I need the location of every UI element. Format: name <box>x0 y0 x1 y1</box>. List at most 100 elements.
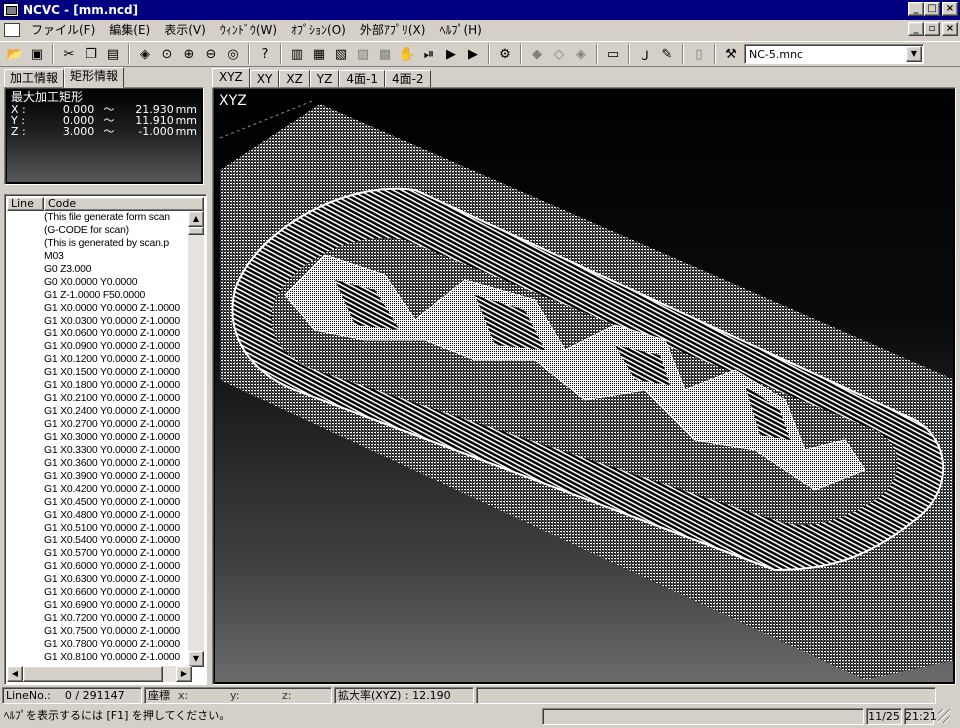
resize-grip[interactable] <box>938 709 950 723</box>
menu-edit[interactable]: 編集(E) <box>102 21 157 39</box>
layer-icon[interactable]: ◈ <box>134 43 156 65</box>
column-header-line[interactable]: Line <box>7 197 44 211</box>
paste-icon[interactable]: ▤ <box>102 43 124 65</box>
zoom-out-icon[interactable]: ⊖ <box>200 43 222 65</box>
play-step-icon[interactable]: ⏯ <box>418 43 440 65</box>
code-list-row[interactable]: G1 X0.0600 Y0.0000 Z-1.0000 <box>7 327 192 340</box>
code-list-row[interactable]: G1 X0.3600 Y0.0000 Z-1.0000 <box>7 457 192 470</box>
settings-icon[interactable]: ⚙ <box>494 43 516 65</box>
app-icon[interactable] <box>3 3 19 17</box>
horizontal-scrollbar[interactable]: ◀ ▶ <box>7 666 192 682</box>
code-list-row[interactable]: G1 X0.7200 Y0.0000 Z-1.0000 <box>7 612 192 625</box>
tab-view-yz[interactable]: YZ <box>309 70 340 88</box>
vertical-scrollbar[interactable]: ▲ ▼ <box>188 211 204 667</box>
code-list-row[interactable]: G1 X0.8100 Y0.0000 Z-1.0000 <box>7 651 192 664</box>
code-list-row[interactable]: G1 X0.1500 Y0.0000 Z-1.0000 <box>7 366 192 379</box>
document-icon[interactable] <box>4 23 20 37</box>
book-icon[interactable]: ▯ <box>688 43 710 65</box>
machine-select[interactable]: NC-5.mnc ▼ <box>744 44 924 64</box>
code-list-row[interactable]: G1 X0.6900 Y0.0000 Z-1.0000 <box>7 599 192 612</box>
code-list-row[interactable]: G1 Z-1.0000 F50.0000 <box>7 289 192 302</box>
tab-machining-info[interactable]: 加工情報 <box>4 69 65 88</box>
code-list-row[interactable]: G1 X0.1800 Y0.0000 Z-1.0000 <box>7 379 192 392</box>
code-list-row[interactable]: (This file generate form scan <box>7 211 192 224</box>
open-icon[interactable]: 📂 <box>4 43 26 65</box>
zoom-in-icon[interactable]: ⊕ <box>178 43 200 65</box>
code-list-row[interactable]: G1 X0.2400 Y0.0000 Z-1.0000 <box>7 405 192 418</box>
trace-break2-icon[interactable]: ▩ <box>374 43 396 65</box>
scroll-left-icon[interactable]: ◀ <box>7 666 23 682</box>
doc-minimize-button[interactable]: _ <box>908 22 924 36</box>
tab-rect-info[interactable]: 矩形情報 <box>64 67 125 88</box>
help-icon[interactable]: ? <box>254 43 276 65</box>
code-list-row[interactable]: G1 X0.1200 Y0.0000 Z-1.0000 <box>7 353 192 366</box>
code-list-row[interactable]: G1 X0.2100 Y0.0000 Z-1.0000 <box>7 392 192 405</box>
code-list-row[interactable]: G1 X0.2700 Y0.0000 Z-1.0000 <box>7 418 192 431</box>
solid3-icon[interactable]: ◈ <box>570 43 592 65</box>
menu-help[interactable]: ﾍﾙﾌﾟ(H) <box>432 21 488 39</box>
menu-file[interactable]: ファイル(F) <box>24 21 102 39</box>
trace-list-icon[interactable]: ▥ <box>286 43 308 65</box>
doc-close-button[interactable]: × <box>942 22 958 36</box>
column-header-code[interactable]: Code <box>44 197 204 211</box>
code-list-row[interactable]: G1 X0.6000 Y0.0000 Z-1.0000 <box>7 560 192 573</box>
code-list-row[interactable]: G1 X0.5100 Y0.0000 Z-1.0000 <box>7 522 192 535</box>
monitor-icon[interactable]: ▭ <box>602 43 624 65</box>
code-list-row[interactable]: G1 X0.6600 Y0.0000 Z-1.0000 <box>7 586 192 599</box>
code-list-row[interactable]: G1 X0.4200 Y0.0000 Z-1.0000 <box>7 483 192 496</box>
code-list-row[interactable]: G1 X0.6300 Y0.0000 Z-1.0000 <box>7 573 192 586</box>
code-list-row[interactable]: G0 X0.0000 Y0.0000 <box>7 276 192 289</box>
play-icon[interactable]: ▶ <box>440 43 462 65</box>
code-list-row[interactable]: G1 X0.0300 Y0.0000 Z-1.0000 <box>7 315 192 328</box>
scroll-down-icon[interactable]: ▼ <box>188 651 204 667</box>
code-list-row[interactable]: G0 Z3.000 <box>7 263 192 276</box>
zoom-fit-icon[interactable]: ⊙ <box>156 43 178 65</box>
save-icon[interactable]: ▣ <box>26 43 48 65</box>
jw-icon[interactable]: Ｊ <box>634 43 656 65</box>
code-list-row[interactable]: (G-CODE for scan) <box>7 224 192 237</box>
draw-icon[interactable]: ✎ <box>656 43 678 65</box>
scroll-right-icon[interactable]: ▶ <box>176 666 192 682</box>
vertical-scroll-thumb[interactable] <box>188 227 204 235</box>
maximize-button[interactable]: □ <box>924 2 940 16</box>
play-fast-icon[interactable]: ▶ <box>462 43 484 65</box>
menu-view[interactable]: 表示(V) <box>157 21 213 39</box>
chevron-down-icon[interactable]: ▼ <box>906 46 922 62</box>
code-list-row[interactable]: G1 X0.0000 Y0.0000 Z-1.0000 <box>7 302 192 315</box>
machine-icon[interactable]: ⚒ <box>720 43 742 65</box>
menu-external-apps[interactable]: 外部ｱﾌﾟﾘ(X) <box>353 21 433 39</box>
close-button[interactable]: × <box>942 2 958 16</box>
code-list-row[interactable]: G1 X0.0900 Y0.0000 Z-1.0000 <box>7 340 192 353</box>
cut-icon[interactable]: ✂ <box>58 43 80 65</box>
solid-icon[interactable]: ◆ <box>526 43 548 65</box>
copy-icon[interactable]: ❐ <box>80 43 102 65</box>
solid2-icon[interactable]: ◇ <box>548 43 570 65</box>
code-list-row[interactable]: G1 X0.3000 Y0.0000 Z-1.0000 <box>7 431 192 444</box>
toolpath-viewport[interactable]: XYZ <box>212 87 956 685</box>
zoom-previous-icon[interactable]: ◎ <box>222 43 244 65</box>
hand-icon[interactable]: ✋ <box>396 43 418 65</box>
trace-cursor-icon[interactable]: ▧ <box>330 43 352 65</box>
menu-options[interactable]: ｵﾌﾟｼｮﾝ(O) <box>284 21 353 39</box>
code-list-row[interactable]: G1 X0.7500 Y0.0000 Z-1.0000 <box>7 625 192 638</box>
scroll-up-icon[interactable]: ▲ <box>188 211 204 227</box>
code-list-row[interactable]: (This is generated by scan.p <box>7 237 192 250</box>
code-list-row[interactable]: G1 X0.5400 Y0.0000 Z-1.0000 <box>7 534 192 547</box>
menu-window[interactable]: ｳｨﾝﾄﾞｳ(W) <box>213 21 284 39</box>
tab-view-xy[interactable]: XY <box>249 70 280 88</box>
trace-step-icon[interactable]: ▦ <box>308 43 330 65</box>
code-list[interactable]: Line Code (This file generate form scan(… <box>4 194 207 685</box>
code-list-row[interactable]: M03 <box>7 250 192 263</box>
tab-view-4side-1[interactable]: 4面-1 <box>339 70 385 88</box>
doc-restore-button[interactable]: ▫ <box>924 22 940 36</box>
horizontal-scroll-thumb[interactable] <box>23 666 163 682</box>
tab-view-4side-2[interactable]: 4面-2 <box>384 70 431 88</box>
code-list-row[interactable]: G1 X0.5700 Y0.0000 Z-1.0000 <box>7 547 192 560</box>
code-list-row[interactable]: G1 X0.4800 Y0.0000 Z-1.0000 <box>7 509 192 522</box>
code-list-row[interactable]: G1 X0.3300 Y0.0000 Z-1.0000 <box>7 444 192 457</box>
minimize-button[interactable]: _ <box>908 2 924 16</box>
code-list-row[interactable]: G1 X0.7800 Y0.0000 Z-1.0000 <box>7 638 192 651</box>
code-list-row[interactable]: G1 X0.4500 Y0.0000 Z-1.0000 <box>7 496 192 509</box>
tab-view-xyz[interactable]: XYZ <box>212 68 250 88</box>
tab-view-xz[interactable]: XZ <box>279 70 310 88</box>
